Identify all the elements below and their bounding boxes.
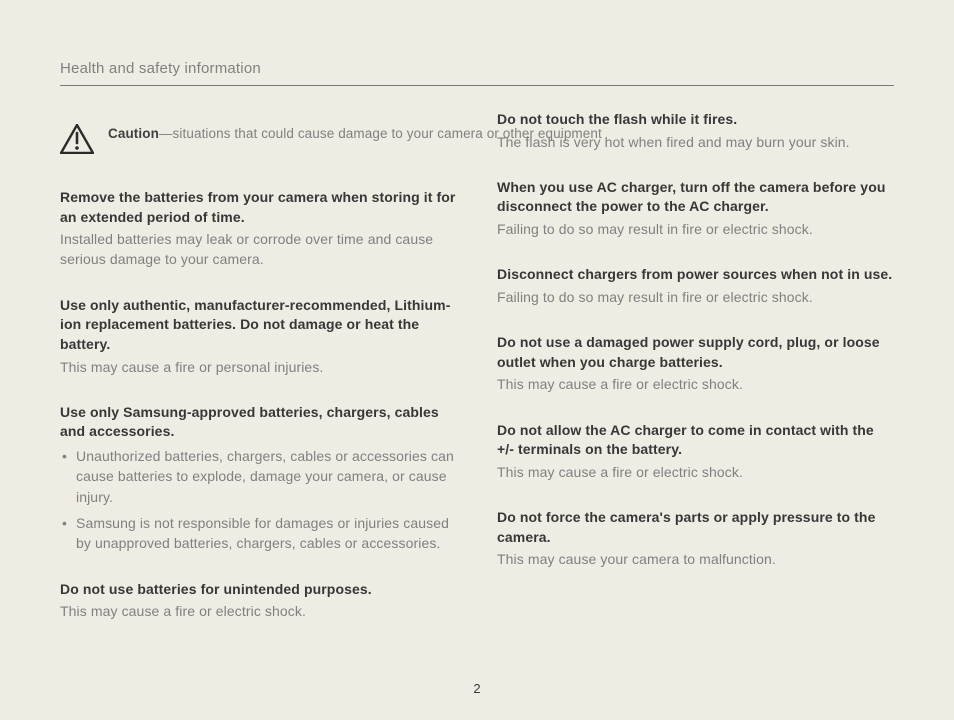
header-title: Health and safety information [60, 60, 261, 77]
section: Use only authentic, manufacturer-recomme… [60, 296, 457, 377]
section: Do not touch the flash while it fires. T… [497, 110, 894, 152]
page-header: Health and safety information [60, 58, 894, 86]
caution-label: Caution [108, 126, 159, 141]
section: Do not allow the AC charger to come in c… [497, 421, 894, 482]
section-body: The flash is very hot when fired and may… [497, 132, 894, 152]
section-body: This may cause a fire or electric shock. [60, 601, 457, 621]
page-number: 2 [0, 680, 954, 698]
list-item: Unauthorized batteries, chargers, cables… [60, 446, 457, 507]
section: When you use AC charger, turn off the ca… [497, 178, 894, 239]
left-column: Remove the batteries from your camera wh… [60, 188, 457, 647]
section-heading: Do not force the camera's parts or apply… [497, 508, 894, 547]
document-page: Health and safety information Caution—si… [0, 0, 954, 720]
section: Do not use batteries for unintended purp… [60, 580, 457, 622]
bullet-list: Unauthorized batteries, chargers, cables… [60, 446, 457, 553]
section-heading: Do not touch the flash while it fires. [497, 110, 894, 130]
section-heading: When you use AC charger, turn off the ca… [497, 178, 894, 217]
section-heading: Do not use a damaged power supply cord, … [497, 333, 894, 372]
section-heading: Do not allow the AC charger to come in c… [497, 421, 894, 460]
section-heading: Do not use batteries for unintended purp… [60, 580, 457, 600]
warning-icon [60, 124, 94, 154]
section: Do not force the camera's parts or apply… [497, 508, 894, 569]
section: Disconnect chargers from power sources w… [497, 265, 894, 307]
section-body: This may cause your camera to malfunctio… [497, 549, 894, 569]
content-columns: Remove the batteries from your camera wh… [60, 188, 894, 647]
list-item: Samsung is not responsible for damages o… [60, 513, 457, 554]
section-body: Failing to do so may result in fire or e… [497, 219, 894, 239]
section-heading: Disconnect chargers from power sources w… [497, 265, 894, 285]
section-body: This may cause a fire or personal injuri… [60, 357, 457, 377]
section-body: Installed batteries may leak or corrode … [60, 229, 457, 270]
section-heading: Use only Samsung-approved batteries, cha… [60, 403, 457, 442]
section-body: Failing to do so may result in fire or e… [497, 287, 894, 307]
section-body: This may cause a fire or electric shock. [497, 374, 894, 394]
section-body: This may cause a fire or electric shock. [497, 462, 894, 482]
section: Do not use a damaged power supply cord, … [497, 333, 894, 394]
section: Use only Samsung-approved batteries, cha… [60, 403, 457, 554]
section-heading: Use only authentic, manufacturer-recomme… [60, 296, 457, 355]
section-heading: Remove the batteries from your camera wh… [60, 188, 457, 227]
right-column: Do not touch the flash while it fires. T… [497, 110, 894, 647]
section: Remove the batteries from your camera wh… [60, 188, 457, 270]
